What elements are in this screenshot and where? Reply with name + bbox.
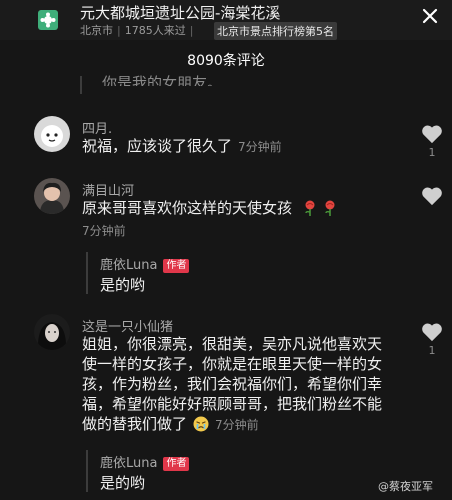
like-count: 1 <box>428 344 436 357</box>
comment-username[interactable]: 这是一只小仙猪 <box>82 316 173 335</box>
meta-separator: | <box>117 24 121 37</box>
avatar[interactable] <box>34 178 70 214</box>
comment-time: 7分钟前 <box>238 140 282 154</box>
author-tag: 作者 <box>163 457 190 471</box>
heart-icon[interactable] <box>421 186 443 206</box>
previous-reply-text: 你是我的女朋友。 <box>102 74 223 86</box>
comment-count-bar: 8090条评论 <box>0 40 452 78</box>
place-title[interactable]: 元大都城垣遗址公园-海棠花溪 <box>80 2 280 23</box>
comment-line: 福，希望你能好好照顾哥哥，把我们粉丝不能 <box>82 395 383 413</box>
reply-username-text: 鹿依Luna <box>100 258 158 273</box>
comment-line-last: 做的替我们做了 7分钟前 <box>82 414 412 435</box>
watermark: @蔡夜亚军 <box>378 480 433 493</box>
comment-line: 孩，作为粉丝，我们会祝福你们，希望你们幸 <box>82 375 383 393</box>
reply-username[interactable]: 鹿依Luna 作者 <box>100 254 190 273</box>
comment-line: 做的替我们做了 <box>82 415 188 433</box>
reply-text: 是的哟 <box>100 474 146 492</box>
place-meta: 北京市 | 1785人来过 | <box>80 22 197 38</box>
heart-icon[interactable] <box>421 322 443 342</box>
avatar-image <box>34 116 70 152</box>
close-icon[interactable] <box>418 4 442 28</box>
comment-time: 7分钟前 <box>215 418 259 432</box>
comment-username[interactable]: 四月. <box>82 118 112 137</box>
comment-username[interactable]: 满目山河 <box>82 180 134 199</box>
comment-body: 祝福，应该谈了很久了 <box>82 137 233 155</box>
reply-username-text: 鹿依Luna <box>100 456 158 471</box>
place-badge-icon <box>38 10 58 30</box>
comment-text: 祝福，应该谈了很久了 7分钟前 <box>82 136 282 157</box>
author-tag: 作者 <box>163 259 190 273</box>
comment-time: 7分钟前 <box>82 224 126 238</box>
reply-indent-line <box>86 252 88 294</box>
visitors-label: 1785人来过 <box>124 24 186 37</box>
city-label: 北京市 <box>80 24 113 37</box>
reply-indent-line <box>86 450 88 492</box>
rose-emoji-icon <box>325 200 335 216</box>
like-count: 1 <box>428 146 436 159</box>
reply-text: 是的哟 <box>100 276 146 294</box>
comment-line: 姐姐，你很漂亮，很甜美，吴亦凡说他喜欢天 <box>82 335 383 353</box>
comment-text: 原来哥哥喜欢你这样的天使女孩 <box>82 198 337 218</box>
avatar-image <box>34 178 70 214</box>
crying-emoji-icon <box>193 416 209 432</box>
reply-indent-line <box>80 76 82 94</box>
reply-username[interactable]: 鹿依Luna 作者 <box>100 452 190 471</box>
rose-emoji-icon <box>305 200 315 216</box>
avatar[interactable] <box>34 314 70 350</box>
comment-line: 使一样的女孩子，你就是在眼里天使一样的女 <box>82 355 383 373</box>
comment-count: 8090条评论 <box>187 53 265 69</box>
rank-badge[interactable]: 北京市景点排行榜第5名 <box>214 22 337 40</box>
comment-text: 姐姐，你很漂亮，很甜美，吴亦凡说他喜欢天 使一样的女孩子，你就是在眼里天使一样的… <box>82 334 412 435</box>
avatar-image <box>34 314 70 350</box>
avatar[interactable] <box>34 116 70 152</box>
heart-icon[interactable] <box>421 124 443 144</box>
top-bar: 元大都城垣遗址公园-海棠花溪 北京市 | 1785人来过 | 北京市景点排行榜第5名 <box>0 0 452 40</box>
comment-body: 原来哥哥喜欢你这样的天使女孩 <box>82 199 293 217</box>
meta-separator: | <box>189 24 194 37</box>
